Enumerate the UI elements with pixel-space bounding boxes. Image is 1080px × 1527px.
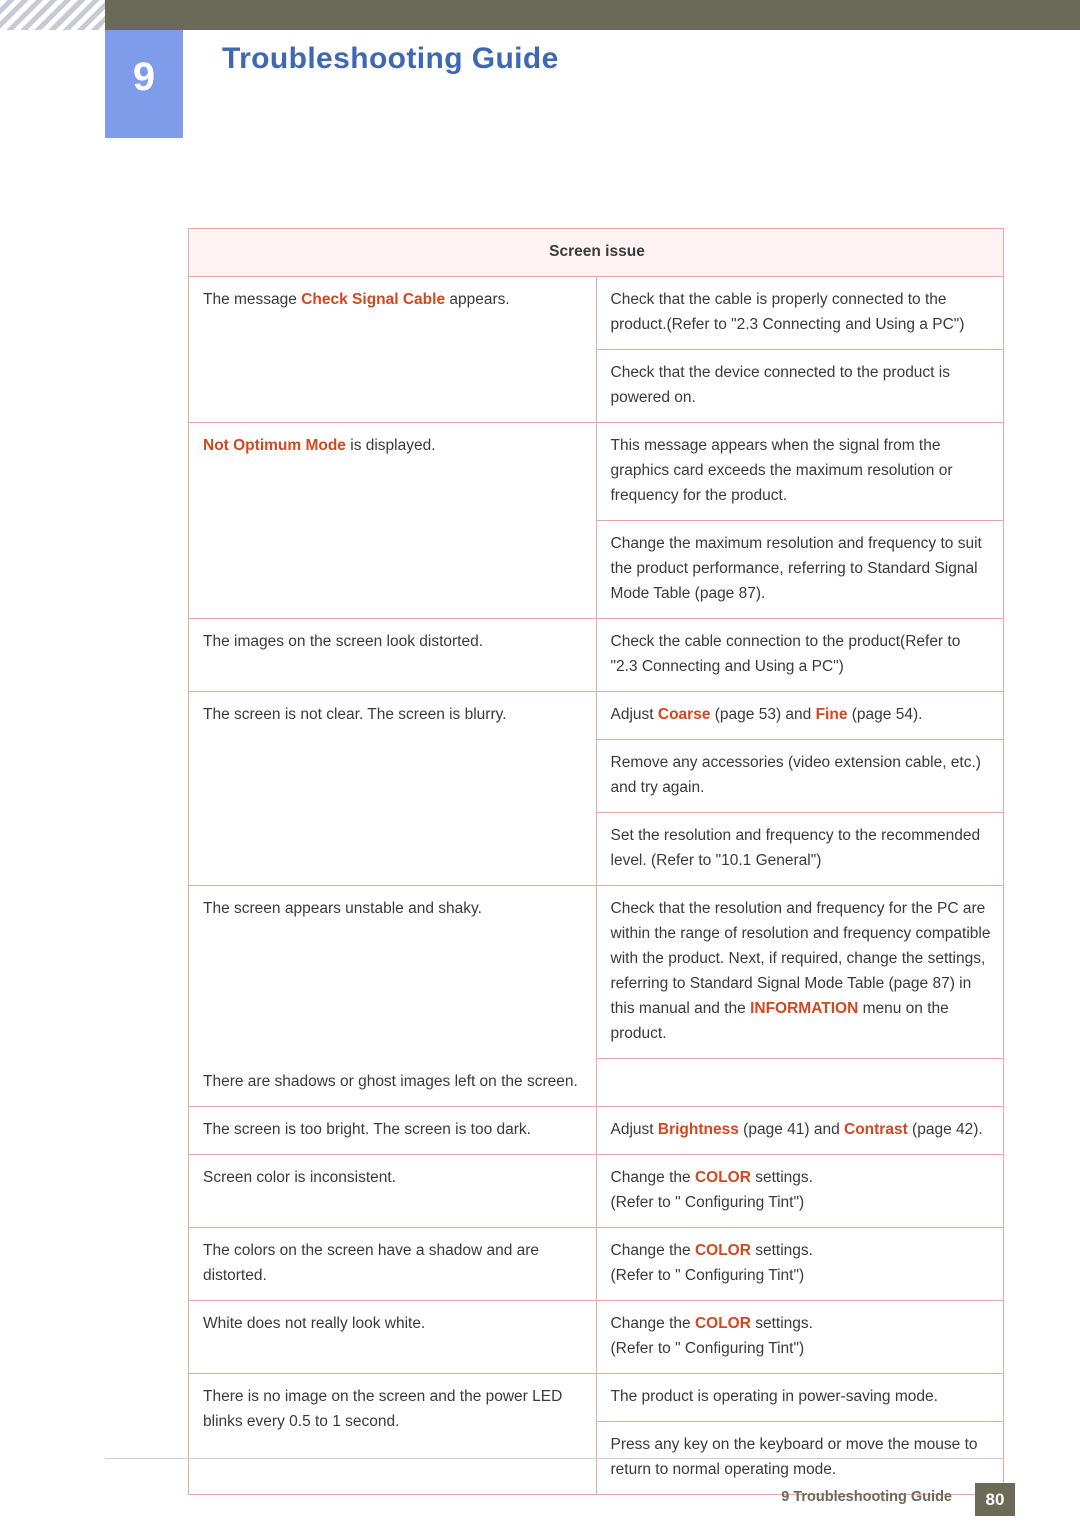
- solution-cell: Change the COLOR settings. (Refer to " Co…: [595, 1299, 1004, 1374]
- text-segment: is displayed.: [345, 437, 436, 454]
- symptom-cell: The screen is not clear. The screen is b…: [188, 691, 597, 886]
- symptom-cell: There is no image on the screen and the …: [188, 1372, 597, 1495]
- text-segment: The screen appears unstable and shaky.: [203, 900, 482, 917]
- solution-cell: Remove any accessories (video extension …: [595, 739, 1004, 813]
- table-row: The screen is too bright. The screen is …: [188, 1105, 1004, 1155]
- text-segment: (page 53) and: [710, 706, 816, 723]
- text-segment: This message appears when the signal fro…: [610, 437, 953, 504]
- symptom-cell: The message Check Signal Cable appears.: [188, 276, 597, 423]
- text-segment: Press any key on the keyboard or move th…: [610, 1435, 978, 1478]
- highlighted-term: INFORMATION: [750, 1000, 859, 1017]
- symptom-cell: The screen appears unstable and shaky.: [188, 885, 597, 1059]
- solution-cell: Check that the resolution and frequency …: [595, 885, 1004, 1059]
- symptom-cell: The screen is too bright. The screen is …: [188, 1105, 597, 1155]
- text-segment: appears.: [445, 291, 510, 308]
- troubleshooting-table: Screen issue The message Check Signal Ca…: [188, 228, 1004, 1495]
- highlighted-term: Fine: [815, 706, 848, 723]
- table-row: The screen is not clear. The screen is b…: [188, 691, 1004, 886]
- table-row: The images on the screen look distorted.…: [188, 618, 1004, 692]
- footer-page-number: 80: [975, 1483, 1015, 1516]
- highlighted-term: Brightness: [657, 1120, 739, 1138]
- symptom-cell: Screen color is inconsistent.: [188, 1153, 597, 1228]
- highlighted-term: COLOR: [694, 1168, 751, 1186]
- solution-cell: The product is operating in power-saving…: [595, 1372, 1004, 1422]
- text-segment: White does not really look white.: [203, 1314, 426, 1332]
- page-title: Troubleshooting Guide: [222, 42, 559, 75]
- solution-cell: Check that the cable is properly connect…: [595, 276, 1004, 350]
- text-segment: settings.: [750, 1241, 813, 1259]
- text-segment: (Refer to "2.3 Connecting and Using a PC…: [666, 316, 965, 333]
- text-segment: settings.: [750, 1168, 813, 1186]
- symptom-cell: The colors on the screen have a shadow a…: [188, 1226, 597, 1301]
- table-row: There are shadows or ghost images left o…: [188, 1058, 1004, 1107]
- header-bar: [105, 0, 1080, 30]
- text-segment: Check that the device connected to the p…: [610, 364, 951, 406]
- text-segment: Change the maximum resolution and freque…: [610, 535, 982, 602]
- symptom-cell: Not Optimum Mode is displayed.: [188, 422, 597, 619]
- footer-label: 9 Troubleshooting Guide: [781, 1489, 952, 1505]
- troubleshooting-table-wrapper: Screen issue The message Check Signal Ca…: [188, 228, 1004, 1495]
- text-segment: (Refer to " Configuring Tint"): [610, 1339, 805, 1357]
- table-row: Not Optimum Mode is displayed. This messa…: [188, 422, 1004, 619]
- highlighted-term: Not Optimum Mode: [203, 437, 346, 454]
- symptom-cell: White does not really look white.: [188, 1299, 597, 1374]
- text-segment: Set the resolution and frequency to the …: [610, 827, 981, 869]
- text-segment: There are shadows or ghost images left o…: [203, 1072, 578, 1090]
- text-segment: The images on the screen look distorted.: [203, 633, 484, 650]
- highlighted-term: COLOR: [694, 1314, 751, 1332]
- text-segment: The message: [203, 291, 302, 308]
- text-segment: The product is operating in power-saving…: [610, 1387, 938, 1405]
- table-section-header-row: Screen issue: [188, 228, 1004, 277]
- table-row: Screen color is inconsistent. Change the …: [188, 1153, 1004, 1228]
- text-segment: (Refer to " Configuring Tint"): [610, 1266, 805, 1284]
- table-row: The message Check Signal Cable appears. C…: [188, 276, 1004, 423]
- section-title-cell: Screen issue: [188, 228, 1004, 277]
- chapter-number-badge: 9: [105, 30, 183, 138]
- text-segment: (page 41) and: [738, 1120, 844, 1138]
- solution-cell: [595, 1058, 1004, 1107]
- solution-cell: Check the cable connection to the produc…: [595, 618, 1004, 692]
- text-segment: The screen is not clear. The screen is b…: [203, 706, 507, 723]
- solution-cell: This message appears when the signal fro…: [595, 422, 1004, 521]
- solution-cell: Adjust Brightness (page 41) and Contrast…: [595, 1105, 1004, 1155]
- text-segment: Change the: [610, 1168, 695, 1186]
- text-segment: Change the: [610, 1314, 695, 1332]
- solution-cell: Adjust Coarse (page 53) and Fine (page 5…: [595, 691, 1004, 740]
- highlighted-term: Contrast: [844, 1120, 908, 1138]
- table-row: The screen appears unstable and shaky. Ch…: [188, 885, 1004, 1059]
- page-header: [0, 0, 1080, 30]
- text-segment: Remove any accessories (video extension …: [610, 754, 981, 796]
- highlighted-term: Coarse: [657, 706, 711, 723]
- table-row: White does not really look white. Change …: [188, 1299, 1004, 1374]
- text-segment: The colors on the screen have a shadow a…: [203, 1241, 540, 1284]
- highlighted-term: COLOR: [694, 1241, 751, 1259]
- solution-cell: Change the COLOR settings. (Refer to " Co…: [595, 1153, 1004, 1228]
- text-segment: Screen color is inconsistent.: [203, 1168, 396, 1186]
- text-segment: Adjust: [610, 1120, 658, 1138]
- text-segment: There is no image on the screen and the …: [203, 1387, 563, 1430]
- text-segment: Adjust: [610, 706, 658, 723]
- table-body: Screen issue The message Check Signal Ca…: [188, 228, 1004, 1495]
- text-segment: Change the: [610, 1241, 695, 1259]
- text-segment: settings.: [750, 1314, 813, 1332]
- solution-cell: Change the maximum resolution and freque…: [595, 520, 1004, 619]
- table-row: The colors on the screen have a shadow a…: [188, 1226, 1004, 1301]
- text-segment: (page 54).: [847, 706, 923, 723]
- footer-divider: [105, 1458, 1004, 1459]
- text-segment: (page 42).: [907, 1120, 983, 1138]
- table-row: There is no image on the screen and the …: [188, 1372, 1004, 1495]
- header-hatch-decoration: [0, 0, 105, 30]
- solution-cell: Set the resolution and frequency to the …: [595, 812, 1004, 886]
- solution-cell: Check that the device connected to the p…: [595, 349, 1004, 423]
- symptom-cell: There are shadows or ghost images left o…: [188, 1058, 597, 1107]
- text-segment: (Refer to " Configuring Tint"): [610, 1193, 805, 1211]
- text-segment: The screen is too bright. The screen is …: [203, 1120, 531, 1138]
- highlighted-term: Check Signal Cable: [301, 291, 446, 308]
- symptom-cell: The images on the screen look distorted.: [188, 618, 597, 692]
- text-segment: Check the cable connection to the produc…: [610, 633, 901, 650]
- solution-cell: Change the COLOR settings. (Refer to " Co…: [595, 1226, 1004, 1301]
